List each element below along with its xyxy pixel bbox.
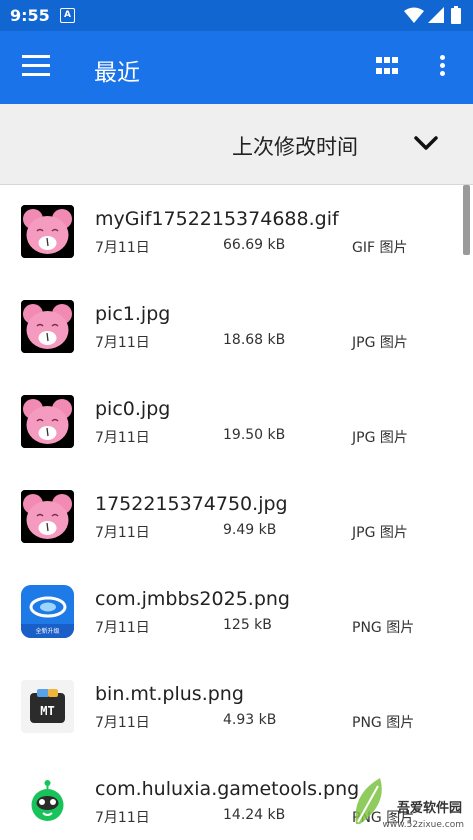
file-type: PNG 图片 [352, 715, 415, 731]
file-name: 1752215374750.jpg [95, 493, 288, 515]
thumb-caption: MT [40, 704, 55, 718]
chevron-down-icon[interactable] [414, 134, 438, 152]
file-size: 4.93 kB [223, 712, 277, 728]
pink-mouse-thumbnail [21, 205, 74, 258]
blue-app-thumbnail: 全新升级 [21, 585, 74, 638]
file-size: 18.68 kB [223, 332, 286, 348]
pink-mouse-thumbnail [21, 395, 74, 448]
menu-icon[interactable] [22, 55, 50, 79]
file-date: 7月11日 [95, 335, 150, 351]
grid-view-icon[interactable] [376, 57, 400, 77]
wifi-icon [404, 7, 424, 23]
status-bar: 9:55 A [0, 0, 473, 31]
battery-icon [451, 6, 461, 24]
watermark-url: www.52zixue.com [382, 820, 464, 830]
file-name: com.huluxia.gametools.png [95, 778, 360, 800]
mt-app-thumbnail: MT [21, 680, 74, 733]
file-date: 7月11日 [95, 525, 150, 541]
thumb-caption: 全新升级 [35, 628, 60, 635]
file-date: 7月11日 [95, 430, 150, 446]
file-name: pic1.jpg [95, 303, 171, 325]
app-bar: 最近 [0, 31, 473, 104]
file-size: 9.49 kB [223, 522, 277, 538]
more-options-icon[interactable] [440, 55, 446, 79]
file-name: myGif1752215374688.gif [95, 208, 339, 230]
pink-mouse-thumbnail [21, 490, 74, 543]
green-alien-thumbnail [21, 775, 74, 828]
file-type: JPG 图片 [352, 430, 408, 446]
file-date: 7月11日 [95, 240, 150, 256]
file-row[interactable]: MT bin.mt.plus.png 7月11日 4.93 kB PNG 图片 [0, 660, 460, 755]
watermark: 吾爱软件园 www.52zixue.com [350, 770, 470, 834]
file-row[interactable]: pic1.jpg 7月11日 18.68 kB JPG 图片 [0, 280, 460, 375]
file-name: bin.mt.plus.png [95, 683, 244, 705]
file-date: 7月11日 [95, 810, 150, 826]
signal-icon [428, 7, 444, 23]
file-row[interactable]: 1752215374750.jpg 7月11日 9.49 kB JPG 图片 [0, 470, 460, 565]
file-size: 66.69 kB [223, 237, 286, 253]
file-name: com.jmbbs2025.png [95, 588, 290, 610]
file-type: PNG 图片 [352, 620, 415, 636]
pink-mouse-thumbnail [21, 300, 74, 353]
file-row[interactable]: pic0.jpg 7月11日 19.50 kB JPG 图片 [0, 375, 460, 470]
status-time: 9:55 [10, 6, 50, 25]
file-row[interactable]: myGif1752215374688.gif 7月11日 66.69 kB GI… [0, 185, 460, 280]
file-row[interactable]: 全新升级 com.jmbbs2025.png 7月11日 125 kB PNG … [0, 565, 460, 660]
file-size: 19.50 kB [223, 427, 286, 443]
file-name: pic0.jpg [95, 398, 171, 420]
file-type: JPG 图片 [352, 525, 408, 541]
file-size: 125 kB [223, 617, 272, 633]
watermark-text: 吾爱软件园 [396, 801, 462, 816]
scrollbar-thumb[interactable] [463, 185, 470, 255]
notification-a-icon: A [60, 8, 75, 23]
file-date: 7月11日 [95, 620, 150, 636]
file-type: JPG 图片 [352, 335, 408, 351]
sort-bar[interactable]: 上次修改时间 [0, 104, 473, 185]
file-size: 14.24 kB [223, 807, 286, 823]
file-list[interactable]: myGif1752215374688.gif 7月11日 66.69 kB GI… [0, 185, 473, 840]
file-type: GIF 图片 [352, 240, 408, 256]
sort-label[interactable]: 上次修改时间 [232, 131, 358, 161]
page-title: 最近 [94, 60, 140, 86]
file-date: 7月11日 [95, 715, 150, 731]
